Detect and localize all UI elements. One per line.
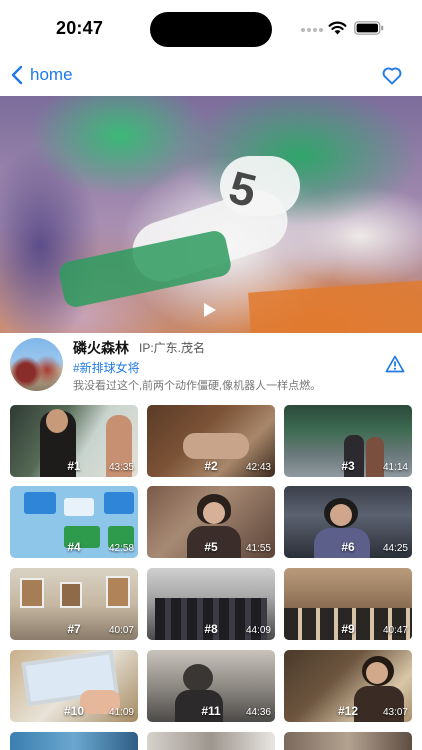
author-description: 我没看过这个,前两个动作僵硬,像机器人一样点燃。 bbox=[73, 380, 322, 392]
author-ip-location: IP:广东.茂名 bbox=[139, 341, 206, 355]
wifi-icon bbox=[328, 21, 347, 35]
episode-thumbnail[interactable]: #2 42:43 bbox=[147, 405, 275, 477]
episode-thumbnail[interactable] bbox=[284, 732, 412, 750]
hashtag-link[interactable]: #新排球女将 bbox=[73, 359, 140, 376]
episode-thumbnail[interactable]: #1 43:35 bbox=[10, 405, 138, 477]
nav-bar: home bbox=[0, 56, 422, 94]
author-info: 磷火森林 IP:广东.茂名 #新排球女将 我没看过这个,前两个动作僵硬,像机器人… bbox=[0, 333, 422, 399]
episode-thumbnail[interactable]: #6 44:25 bbox=[284, 486, 412, 558]
episode-duration: 43:07 bbox=[382, 707, 408, 718]
dynamic-island bbox=[150, 12, 272, 47]
status-bar: 20:47 bbox=[0, 0, 422, 56]
episode-duration: 44:09 bbox=[245, 625, 271, 636]
avatar[interactable] bbox=[10, 338, 63, 391]
episode-duration: 41:55 bbox=[245, 543, 271, 554]
episode-duration: 40:07 bbox=[108, 625, 134, 636]
episode-thumbnail[interactable]: #12 43:07 bbox=[284, 650, 412, 722]
episode-duration: 42:43 bbox=[245, 462, 271, 473]
back-button[interactable]: home bbox=[10, 60, 73, 90]
episode-duration: 41:14 bbox=[382, 462, 408, 473]
status-time: 20:47 bbox=[56, 18, 104, 38]
episode-thumbnail[interactable]: #3 41:14 bbox=[284, 405, 412, 477]
episode-thumbnail[interactable]: #5 41:55 bbox=[147, 486, 275, 558]
episode-thumbnail[interactable]: #10 41:09 bbox=[10, 650, 138, 722]
episode-duration: 44:25 bbox=[382, 543, 408, 554]
favorite-heart-icon[interactable] bbox=[380, 63, 404, 87]
author-name: 磷火森林 bbox=[73, 340, 129, 356]
episode-thumbnail[interactable]: #11 44:36 bbox=[147, 650, 275, 722]
chevron-left-icon bbox=[11, 65, 23, 85]
episode-thumbnail[interactable] bbox=[10, 732, 138, 750]
hero-orange-banner bbox=[248, 279, 422, 333]
episode-duration: 41:09 bbox=[108, 707, 134, 718]
episode-thumbnail[interactable]: #4 42:58 bbox=[10, 486, 138, 558]
report-warning-icon[interactable] bbox=[385, 355, 405, 373]
play-icon[interactable] bbox=[203, 302, 217, 318]
video-player[interactable]: 5 bbox=[0, 96, 422, 333]
back-label: home bbox=[30, 65, 73, 84]
episode-thumbnail[interactable] bbox=[147, 732, 275, 750]
episode-duration: 40:47 bbox=[382, 625, 408, 636]
episode-duration: 42:58 bbox=[108, 543, 134, 554]
episode-duration: 43:35 bbox=[108, 462, 134, 473]
battery-icon bbox=[354, 21, 384, 35]
episode-duration: 44:36 bbox=[245, 707, 271, 718]
episode-thumbnail[interactable]: #9 40:47 bbox=[284, 568, 412, 640]
cellular-signal-icon bbox=[301, 28, 323, 34]
episode-thumbnail[interactable]: #8 44:09 bbox=[147, 568, 275, 640]
episode-thumbnail[interactable]: #7 40:07 bbox=[10, 568, 138, 640]
